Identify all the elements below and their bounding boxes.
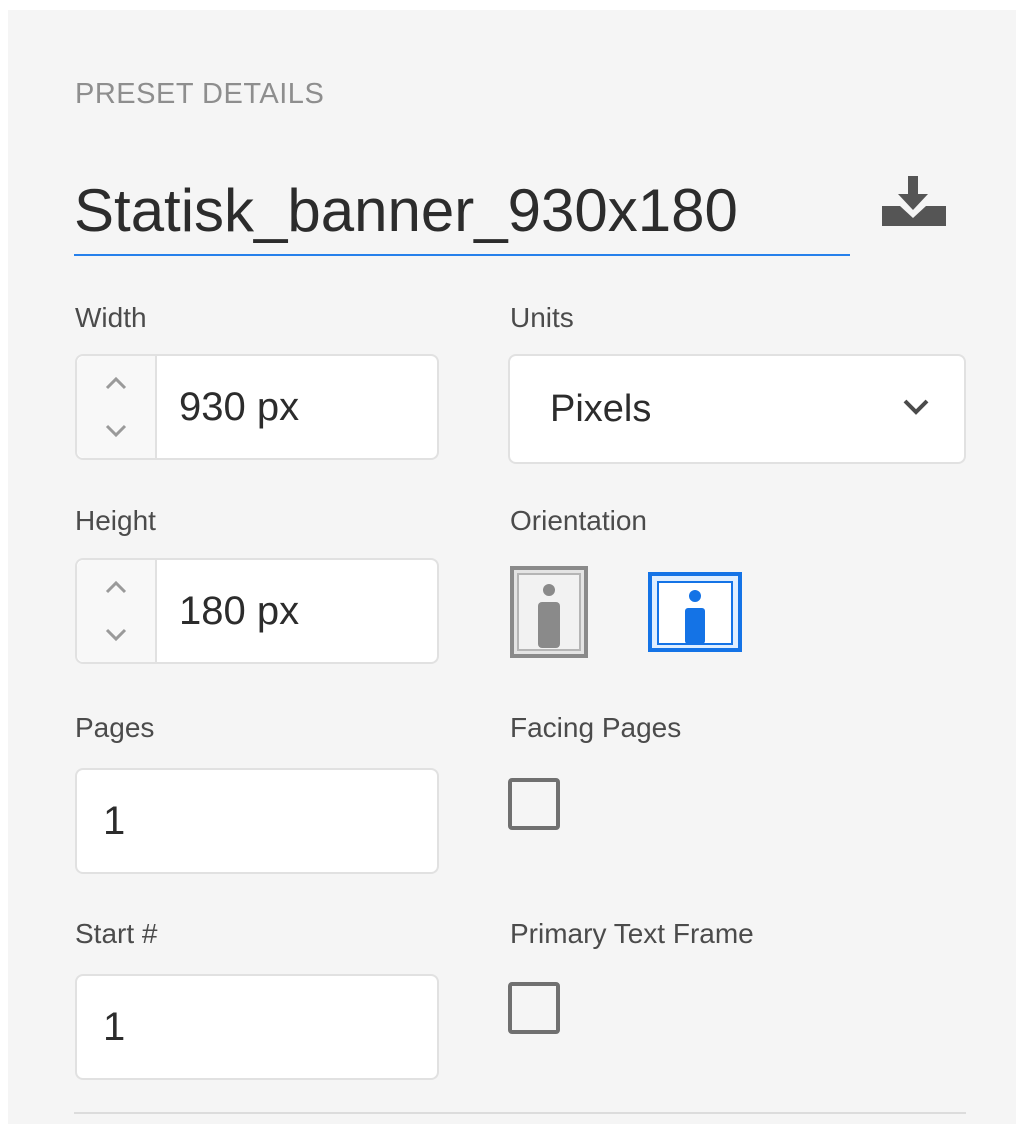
landscape-orientation-icon[interactable] <box>648 572 742 652</box>
pages-input[interactable]: 1 <box>75 768 439 874</box>
units-label: Units <box>510 302 574 333</box>
orientation-label: Orientation <box>510 505 647 536</box>
portrait-orientation-icon[interactable] <box>510 566 588 658</box>
width-stepper-arrows <box>77 356 157 458</box>
height-stepper-arrows <box>77 560 157 662</box>
primary-text-frame-checkbox[interactable] <box>508 982 560 1034</box>
width-input[interactable]: 930 px <box>179 356 299 458</box>
start-number-value: 1 <box>103 1004 126 1049</box>
pages-label: Pages <box>75 712 155 743</box>
height-input[interactable]: 180 px <box>179 560 299 662</box>
primary-text-frame-label: Primary Text Frame <box>510 918 754 949</box>
width-increment-icon[interactable] <box>105 376 127 390</box>
facing-pages-label: Facing Pages <box>510 712 682 743</box>
height-label: Height <box>75 505 156 536</box>
start-number-input[interactable]: 1 <box>75 974 439 1080</box>
facing-pages-checkbox[interactable] <box>508 778 560 830</box>
height-stepper: 180 px <box>75 558 439 664</box>
divider <box>74 1112 966 1114</box>
width-stepper: 930 px <box>75 354 439 460</box>
section-title: PRESET DETAILS <box>75 78 325 110</box>
width-label: Width <box>75 302 147 333</box>
preset-name-input[interactable]: Statisk_banner_930x180 <box>74 168 850 256</box>
height-increment-icon[interactable] <box>105 580 127 594</box>
units-selected-value: Pixels <box>550 387 652 430</box>
chevron-down-icon <box>903 399 929 415</box>
units-select[interactable]: Pixels <box>508 354 966 464</box>
save-preset-icon[interactable] <box>872 172 956 228</box>
pages-value: 1 <box>103 798 126 843</box>
start-number-label: Start # <box>75 918 158 949</box>
height-decrement-icon[interactable] <box>105 628 127 642</box>
width-decrement-icon[interactable] <box>105 424 127 438</box>
